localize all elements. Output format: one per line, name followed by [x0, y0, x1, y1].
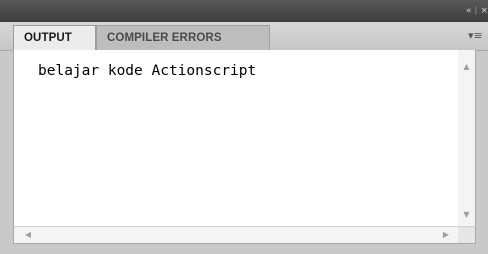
- scroll-up-icon[interactable]: ▲: [458, 60, 475, 74]
- vertical-scrollbar[interactable]: ▲ ▼: [458, 50, 475, 226]
- output-content-area[interactable]: belajar kode Actionscript ▲ ▼: [13, 50, 476, 226]
- panel-menu-icon[interactable]: ▾≡: [468, 30, 483, 42]
- tab-output[interactable]: OUTPUT: [13, 25, 96, 51]
- panel-bottom-edge: [0, 244, 488, 254]
- close-icon[interactable]: ×: [480, 4, 488, 18]
- scrollbar-corner: [458, 227, 475, 243]
- panel-window-controls: « | ×: [466, 4, 488, 18]
- output-text: belajar kode Actionscript: [38, 63, 257, 79]
- tab-compiler-errors[interactable]: COMPILER ERRORS: [96, 25, 270, 50]
- tab-bar: OUTPUT COMPILER ERRORS ▾≡: [0, 22, 488, 51]
- scroll-left-icon[interactable]: ◀: [22, 228, 34, 242]
- scroll-right-icon[interactable]: ▶: [440, 228, 452, 242]
- scroll-down-icon[interactable]: ▼: [458, 208, 475, 222]
- horizontal-scrollbar[interactable]: ◀ ▶: [13, 226, 476, 244]
- controls-separator: |: [474, 6, 478, 16]
- panel-titlebar: « | ×: [0, 0, 488, 22]
- collapse-icon[interactable]: «: [466, 4, 472, 18]
- output-panel: « | × OUTPUT COMPILER ERRORS ▾≡ belajar …: [0, 0, 488, 254]
